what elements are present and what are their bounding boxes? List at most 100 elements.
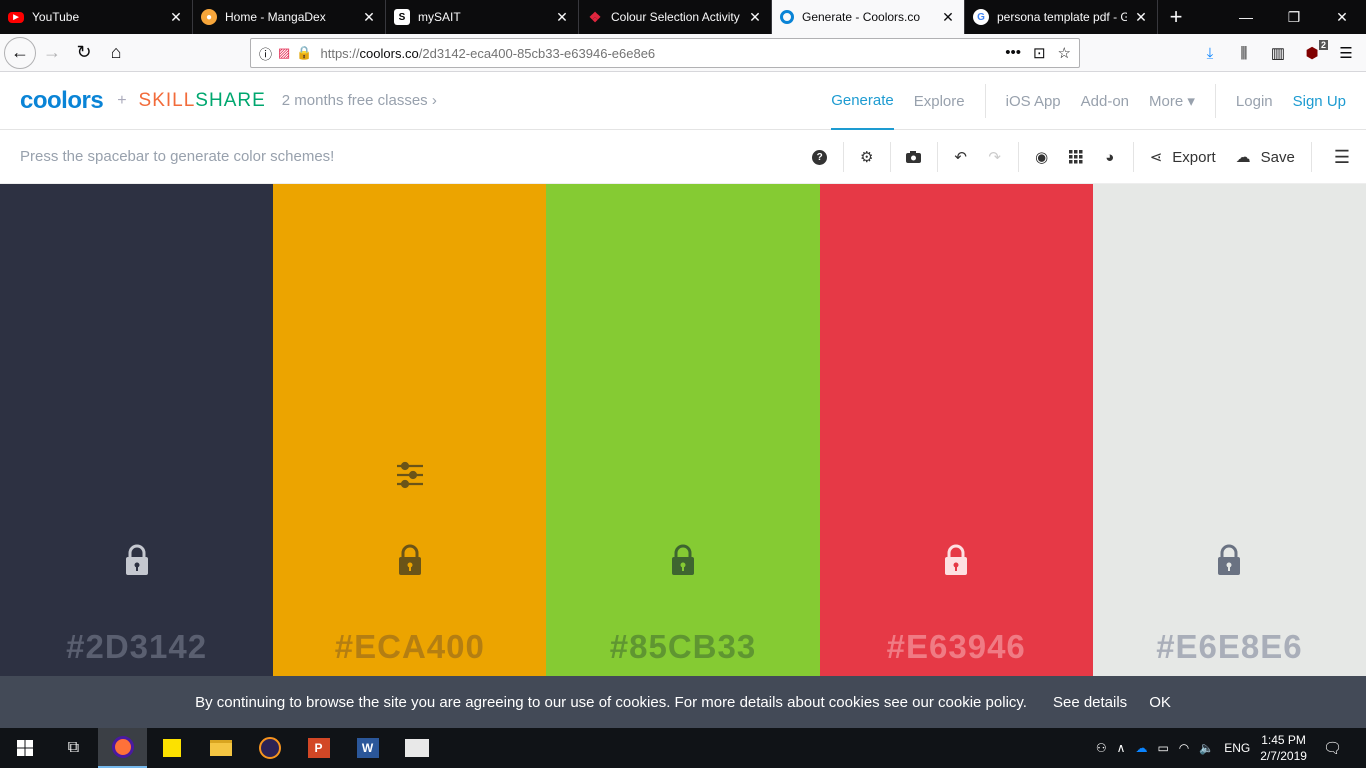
downloads-icon[interactable]: ⤓: [1198, 38, 1222, 68]
hex-code[interactable]: #E63946: [820, 628, 1093, 666]
tab-coolors[interactable]: Generate - Coolors.co ✕: [772, 0, 965, 34]
sticky-notes-icon[interactable]: [147, 728, 196, 768]
close-tab-icon[interactable]: ✕: [1133, 9, 1149, 26]
skillshare-logo[interactable]: SKILLSHARE: [139, 90, 266, 112]
close-tab-icon[interactable]: ✕: [554, 9, 570, 26]
cloud-upload-icon: ☁: [1235, 149, 1251, 166]
tab-mysait[interactable]: S mySAIT ✕: [386, 0, 579, 34]
system-tray: ⚇ ∧ ☁ ▭ ◠ 🔈 ENG 1:45 PM 2/7/2019 🗨: [1096, 728, 1366, 768]
hex-code[interactable]: #ECA400: [273, 628, 546, 666]
color-swatch-5[interactable]: #E6E8E6: [1092, 184, 1366, 676]
sidebar-icon[interactable]: ▥: [1266, 38, 1290, 68]
redo-icon[interactable]: ↷: [978, 130, 1012, 184]
show-hidden-icons[interactable]: ∧: [1117, 741, 1126, 755]
firefox-taskbar-icon[interactable]: [98, 728, 147, 768]
save-button[interactable]: ☁ Save: [1226, 130, 1305, 184]
powerpoint-icon[interactable]: P: [294, 728, 343, 768]
info-icon[interactable]: ⓘ: [259, 44, 272, 63]
volume-icon[interactable]: 🔈: [1199, 741, 1214, 755]
close-tab-icon[interactable]: ✕: [168, 9, 184, 26]
settings-gear-icon[interactable]: ⚙: [850, 130, 884, 184]
notifications-icon[interactable]: 🗨: [1323, 739, 1342, 757]
bookmark-star-icon[interactable]: ☆: [1058, 44, 1071, 62]
lock-icon[interactable]: [943, 544, 969, 576]
tab-label: YouTube: [32, 10, 80, 24]
ublock-icon[interactable]: ⬢ 2: [1300, 38, 1328, 68]
d2l-icon: ❖: [588, 8, 602, 25]
nav-login[interactable]: Login: [1236, 72, 1273, 130]
mail-icon[interactable]: [392, 728, 441, 768]
minimize-icon[interactable]: —: [1222, 0, 1270, 34]
share-icon: ⋖: [1149, 149, 1163, 166]
toolbar-divider: [842, 142, 844, 172]
help-icon[interactable]: ?: [803, 130, 837, 184]
home-icon[interactable]: ⌂: [100, 37, 132, 69]
tab-label: Generate - Coolors.co: [802, 10, 921, 24]
see-details-link[interactable]: See details: [1053, 694, 1127, 711]
nav-more[interactable]: More ▾: [1149, 72, 1195, 130]
export-button[interactable]: ⋖ Export: [1140, 130, 1226, 184]
nav-signup[interactable]: Sign Up: [1293, 72, 1346, 130]
chevron-down-icon: ▾: [1187, 93, 1195, 110]
close-tab-icon[interactable]: ✕: [940, 9, 956, 26]
word-icon[interactable]: W: [343, 728, 392, 768]
window-controls: — ❐ ✕: [1222, 0, 1366, 34]
adjust-sliders-icon[interactable]: [395, 460, 425, 490]
color-palette: #2D3142 #ECA400 #85CB33 #E63946 #E6E8E6: [0, 184, 1366, 676]
tab-persona-template[interactable]: G persona template pdf - G ✕: [965, 0, 1158, 34]
color-blind-icon[interactable]: ◕: [1093, 130, 1127, 184]
undo-icon[interactable]: ↶: [944, 130, 978, 184]
clock[interactable]: 1:45 PM 2/7/2019: [1260, 732, 1307, 764]
color-swatch-3[interactable]: #85CB33: [546, 184, 820, 676]
tab-youtube[interactable]: ▶ YouTube ✕: [0, 0, 193, 34]
back-icon[interactable]: ←: [4, 36, 36, 69]
blocked-icon[interactable]: ▨: [278, 45, 290, 61]
tab-mangadex[interactable]: ● Home - MangaDex ✕: [193, 0, 386, 34]
hex-code[interactable]: #85CB33: [546, 628, 819, 666]
library-icon[interactable]: ⫼: [1232, 38, 1256, 68]
nav-generate[interactable]: Generate: [831, 72, 894, 130]
view-eye-icon[interactable]: ◉: [1025, 130, 1059, 184]
task-view-icon[interactable]: ⧉: [49, 728, 98, 768]
battery-icon[interactable]: ▭: [1157, 741, 1168, 755]
hamburger-menu-icon[interactable]: ☰: [1318, 130, 1366, 184]
language-indicator[interactable]: ENG: [1224, 741, 1250, 755]
lock-icon[interactable]: [670, 544, 696, 576]
page-actions-icon[interactable]: •••: [1005, 44, 1021, 62]
pocket-icon[interactable]: ⊡: [1033, 44, 1046, 62]
nav-addon[interactable]: Add-on: [1081, 72, 1129, 130]
close-tab-icon[interactable]: ✕: [361, 9, 377, 26]
lock-icon[interactable]: [397, 544, 423, 576]
url-host: coolors.co: [359, 45, 419, 61]
hex-code[interactable]: #E6E8E6: [1093, 628, 1366, 666]
color-swatch-1[interactable]: #2D3142: [0, 184, 274, 676]
close-tab-icon[interactable]: ✕: [747, 9, 763, 26]
eclipse-icon[interactable]: [245, 728, 294, 768]
menu-icon[interactable]: ☰: [1334, 38, 1358, 68]
close-window-icon[interactable]: ✕: [1318, 0, 1366, 34]
nav-ios-app[interactable]: iOS App: [1006, 72, 1061, 130]
lock-icon[interactable]: [124, 544, 150, 576]
color-swatch-2[interactable]: #ECA400: [273, 184, 547, 676]
color-swatch-4[interactable]: #E63946: [819, 184, 1093, 676]
grid-view-icon[interactable]: [1059, 130, 1093, 184]
people-icon[interactable]: ⚇: [1096, 741, 1107, 755]
reload-icon[interactable]: ↻: [68, 37, 100, 69]
nav-explore[interactable]: Explore: [914, 72, 965, 130]
tab-colour-selection[interactable]: ❖ Colour Selection Activity ✕: [579, 0, 772, 34]
lock-icon[interactable]: [1216, 544, 1242, 576]
promo-link[interactable]: 2 months free classes ›: [282, 92, 437, 109]
cookie-ok-button[interactable]: OK: [1149, 694, 1171, 711]
url-bar[interactable]: ⓘ ▨ 🔒 https://coolors.co/2d3142-eca400-8…: [250, 38, 1080, 68]
onedrive-icon[interactable]: ☁: [1135, 741, 1147, 755]
toolbar-tools: ? ⚙ ↶ ↷ ◉ ◕ ⋖ Export ☁ Save ☰: [803, 130, 1366, 184]
windows-start-icon[interactable]: [0, 728, 49, 768]
hex-code[interactable]: #2D3142: [0, 628, 273, 666]
restore-icon[interactable]: ❐: [1270, 0, 1318, 34]
camera-icon[interactable]: [897, 130, 931, 184]
forward-icon[interactable]: →: [36, 37, 68, 69]
new-tab-button[interactable]: +: [1158, 0, 1194, 34]
wifi-icon[interactable]: ◠: [1179, 741, 1189, 755]
file-explorer-icon[interactable]: [196, 728, 245, 768]
coolors-logo[interactable]: coolors: [20, 87, 104, 115]
